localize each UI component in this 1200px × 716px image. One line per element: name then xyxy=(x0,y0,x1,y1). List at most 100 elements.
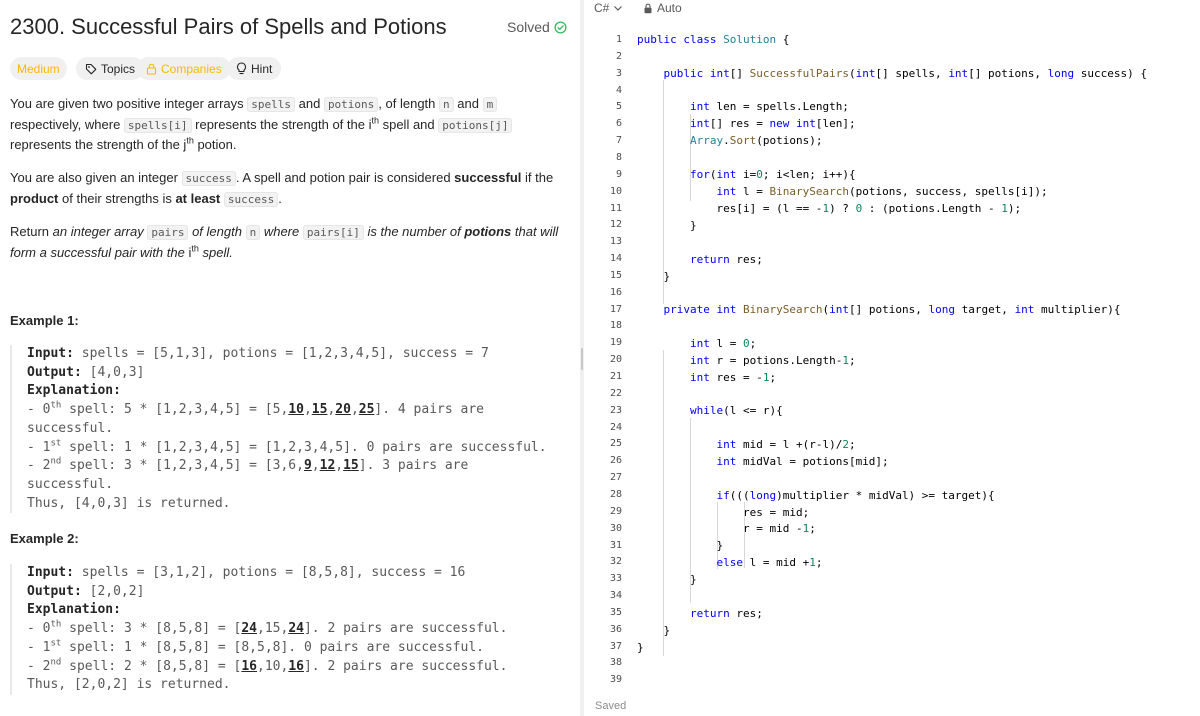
code-line-6: int[] res = new int[len]; xyxy=(689,117,856,130)
example-2-explanation-line-3: - 2nd spell: 2 * [8,5,8] = [16,10,16]. 2… xyxy=(27,657,508,674)
line-number: 11 xyxy=(609,202,622,214)
language-select[interactable]: C# xyxy=(594,1,623,15)
example-1-explanation-line-2: - 1st spell: 1 * [1,2,3,4,5] = [1,2,3,4,… xyxy=(27,438,547,455)
line-number: 4 xyxy=(615,84,622,96)
topics-label: Topics xyxy=(101,61,136,76)
line-number: 35 xyxy=(609,606,622,618)
example-2-output: [2,0,2] xyxy=(89,583,145,599)
line-number: 28 xyxy=(609,488,622,500)
lightbulb-icon xyxy=(236,62,247,75)
code-line-17: private int BinarySearch(int[] potions, … xyxy=(663,303,1121,316)
line-number: 15 xyxy=(609,269,622,281)
code-line-31: } xyxy=(637,539,724,552)
solved-status: Solved xyxy=(507,19,567,35)
code-line-1: public class Solution { xyxy=(637,33,790,46)
line-number: 25 xyxy=(609,438,622,450)
mode-toggle[interactable]: Auto xyxy=(643,1,682,15)
code-line-10: int l = BinarySearch(potions, success, s… xyxy=(716,185,1048,198)
line-number: 29 xyxy=(609,505,622,517)
line-number: 9 xyxy=(615,168,622,180)
code-line-32: else l = mid +1; xyxy=(716,556,823,569)
line-number: 2 xyxy=(615,50,622,62)
code-line-30: r = mid -1; xyxy=(637,522,816,535)
line-number: 33 xyxy=(609,573,622,585)
code-line-19: int l = 0; xyxy=(689,337,757,350)
topics-button[interactable]: Topics xyxy=(76,57,145,80)
code-line-35: return res; xyxy=(689,607,763,620)
example-2-block: Input: spells = [3,1,2], potions = [8,5,… xyxy=(10,564,570,695)
divider-grip[interactable] xyxy=(581,348,583,370)
tag-icon xyxy=(85,63,97,74)
solved-label: Solved xyxy=(507,19,550,35)
line-number: 5 xyxy=(615,101,622,113)
problem-title: 2300. Successful Pairs of Spells and Pot… xyxy=(10,14,447,39)
difficulty-label: Medium xyxy=(17,61,60,76)
line-number: 19 xyxy=(609,337,622,349)
example-1-input: spells = [5,1,3], potions = [1,2,3,4,5],… xyxy=(81,346,489,361)
chevron-down-icon xyxy=(614,5,623,11)
line-number: 10 xyxy=(609,185,622,197)
code-line-28: if(((long)multiplier * midVal) >= target… xyxy=(716,489,995,502)
example-2-title: Example 2: xyxy=(10,531,79,546)
line-number: 26 xyxy=(609,455,622,467)
companies-label: Companies xyxy=(161,61,222,76)
lock-icon xyxy=(644,3,652,13)
code-line-9: for(int i=0; i<len; i++){ xyxy=(689,168,856,181)
line-number: 13 xyxy=(609,236,622,248)
description-panel: 2300. Successful Pairs of Spells and Pot… xyxy=(0,0,580,716)
check-circle-icon xyxy=(554,20,567,34)
example-2-explanation-line-2: - 1st spell: 1 * [8,5,8] = [8,5,8]. 0 pa… xyxy=(27,638,484,655)
line-number: 17 xyxy=(609,303,622,315)
line-number: 38 xyxy=(609,657,622,669)
code-line-12: } xyxy=(637,219,697,232)
difficulty-badge: Medium xyxy=(10,57,67,80)
example-1-explanation-line-1: - 0th spell: 5 * [1,2,3,4,5] = [5,10,15,… xyxy=(27,400,484,436)
code-line-26: int midVal = potions[mid]; xyxy=(716,455,889,468)
example-1-output: [4,0,3] xyxy=(89,364,145,380)
code-line-36: } xyxy=(637,624,671,637)
line-number: 8 xyxy=(615,151,622,163)
line-number: 12 xyxy=(609,219,622,231)
example-1-result: Thus, [4,0,3] is returned. xyxy=(27,495,231,511)
line-number: 32 xyxy=(609,556,622,568)
code-line-5: int len = spells.Length; xyxy=(689,100,849,113)
editor-toolbar: C# Auto xyxy=(584,0,1200,18)
code-line-23: while(l <= r){ xyxy=(689,404,783,417)
code-line-21: int res = -1; xyxy=(689,371,777,384)
line-number: 24 xyxy=(609,421,622,433)
line-number: 6 xyxy=(615,118,622,130)
code-line-33: } xyxy=(637,573,697,586)
example-1-block: Input: spells = [5,1,3], potions = [1,2,… xyxy=(10,345,570,514)
explanation-label: Explanation: xyxy=(27,383,121,399)
code-line-37: } xyxy=(637,641,644,654)
example-2-result: Thus, [2,0,2] is returned. xyxy=(27,677,231,693)
line-number: 1 xyxy=(615,34,622,45)
line-number: 34 xyxy=(609,590,622,602)
line-number: 27 xyxy=(609,472,622,484)
example-1-explanation-line-3: - 2nd spell: 3 * [1,2,3,4,5] = [3,6,9,12… xyxy=(27,456,469,492)
example-2-explanation-line-1: - 0th spell: 3 * [8,5,8] = [24,15,24]. 2… xyxy=(27,619,508,637)
line-number: 23 xyxy=(609,404,622,416)
line-number: 14 xyxy=(609,253,622,265)
line-number: 30 xyxy=(609,522,622,534)
description-paragraph-3: Return an integer array pairs of length … xyxy=(10,224,559,260)
code-line-11: res[i] = (l == -1) ? 0 : (potions.Length… xyxy=(637,202,1022,215)
hint-label: Hint xyxy=(251,61,273,76)
line-number: 20 xyxy=(609,354,622,366)
line-number: 37 xyxy=(609,640,622,652)
save-status: Saved xyxy=(595,700,627,712)
explanation-label: Explanation: xyxy=(27,602,121,618)
output-label: Output: xyxy=(27,583,82,599)
code-line-15: } xyxy=(637,270,671,283)
line-number: 3 xyxy=(615,67,622,79)
mode-label: Auto xyxy=(657,1,682,15)
code-line-25: int mid = l +(r-l)/2; xyxy=(716,438,856,451)
code-line-20: int r = potions.Length-1; xyxy=(689,354,856,367)
code-line-29: res = mid; xyxy=(637,506,810,519)
language-label: C# xyxy=(594,1,610,15)
line-number: 16 xyxy=(609,286,622,298)
line-number: 21 xyxy=(609,371,622,382)
hint-button[interactable]: Hint xyxy=(227,57,282,80)
companies-button[interactable]: Companies xyxy=(137,57,231,80)
line-number: 31 xyxy=(609,539,622,551)
